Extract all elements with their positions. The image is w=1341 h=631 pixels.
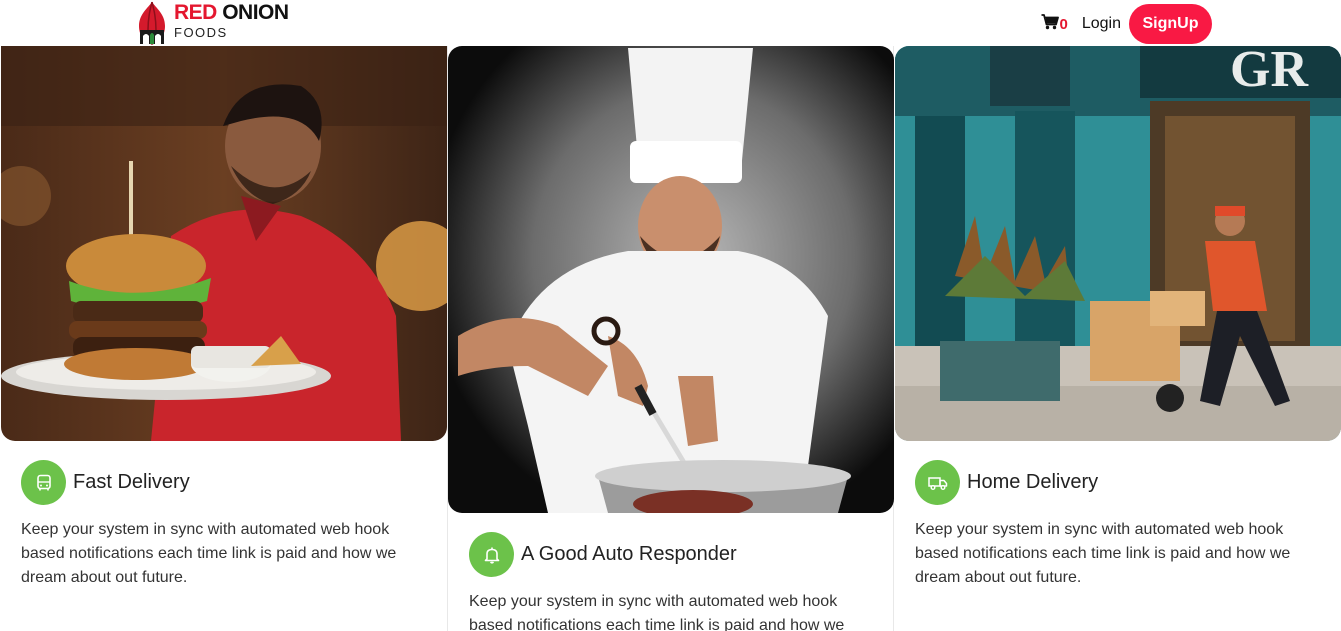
svg-text:GR: GR xyxy=(1230,46,1309,98)
bus-icon xyxy=(21,460,66,505)
onion-logo-icon xyxy=(134,0,170,46)
logo-word-onion: ONION xyxy=(222,1,289,24)
cart-count-badge: 0 xyxy=(1059,15,1068,33)
feature-title: Home Delivery xyxy=(967,471,1099,493)
feature-card-auto-responder: A Good Auto Responder Keep your system i… xyxy=(447,46,894,631)
logo-word-red: RED xyxy=(174,1,217,24)
feature-description: Keep your system in sync with automated … xyxy=(915,521,1291,586)
logo-subtitle: FOODS xyxy=(174,25,228,40)
red-onion-logo[interactable]: RED ONION FOODS xyxy=(134,0,289,46)
feature-title: A Good Auto Responder xyxy=(521,543,737,565)
feature-card-home-delivery: GR Home Delivery Keep your system in syn… xyxy=(894,46,1341,631)
feature-description: Keep your system in sync with automated … xyxy=(469,593,845,631)
feature-heading: A Good Auto Responder xyxy=(469,532,737,577)
courier-storefront-image: GR xyxy=(895,46,1341,441)
feature-description: Keep your system in sync with automated … xyxy=(21,521,397,586)
feature-heading: Fast Delivery xyxy=(21,460,190,505)
nav-actions: 0 Login SignUp xyxy=(1041,4,1212,44)
cart-icon xyxy=(1041,13,1059,35)
chef-image xyxy=(448,46,894,513)
login-link[interactable]: Login xyxy=(1082,15,1121,33)
signup-button[interactable]: SignUp xyxy=(1129,4,1212,44)
bell-icon xyxy=(469,532,514,577)
feature-title: Fast Delivery xyxy=(73,471,190,493)
truck-icon xyxy=(915,460,960,505)
cart-button[interactable]: 0 xyxy=(1041,13,1068,35)
feature-heading: Home Delivery xyxy=(915,460,1098,505)
top-navbar: RED ONION FOODS 0 Login SignUp xyxy=(0,0,1341,46)
waiter-burger-image xyxy=(1,46,447,441)
feature-card-fast-delivery: Fast Delivery Keep your system in sync w… xyxy=(0,46,447,631)
